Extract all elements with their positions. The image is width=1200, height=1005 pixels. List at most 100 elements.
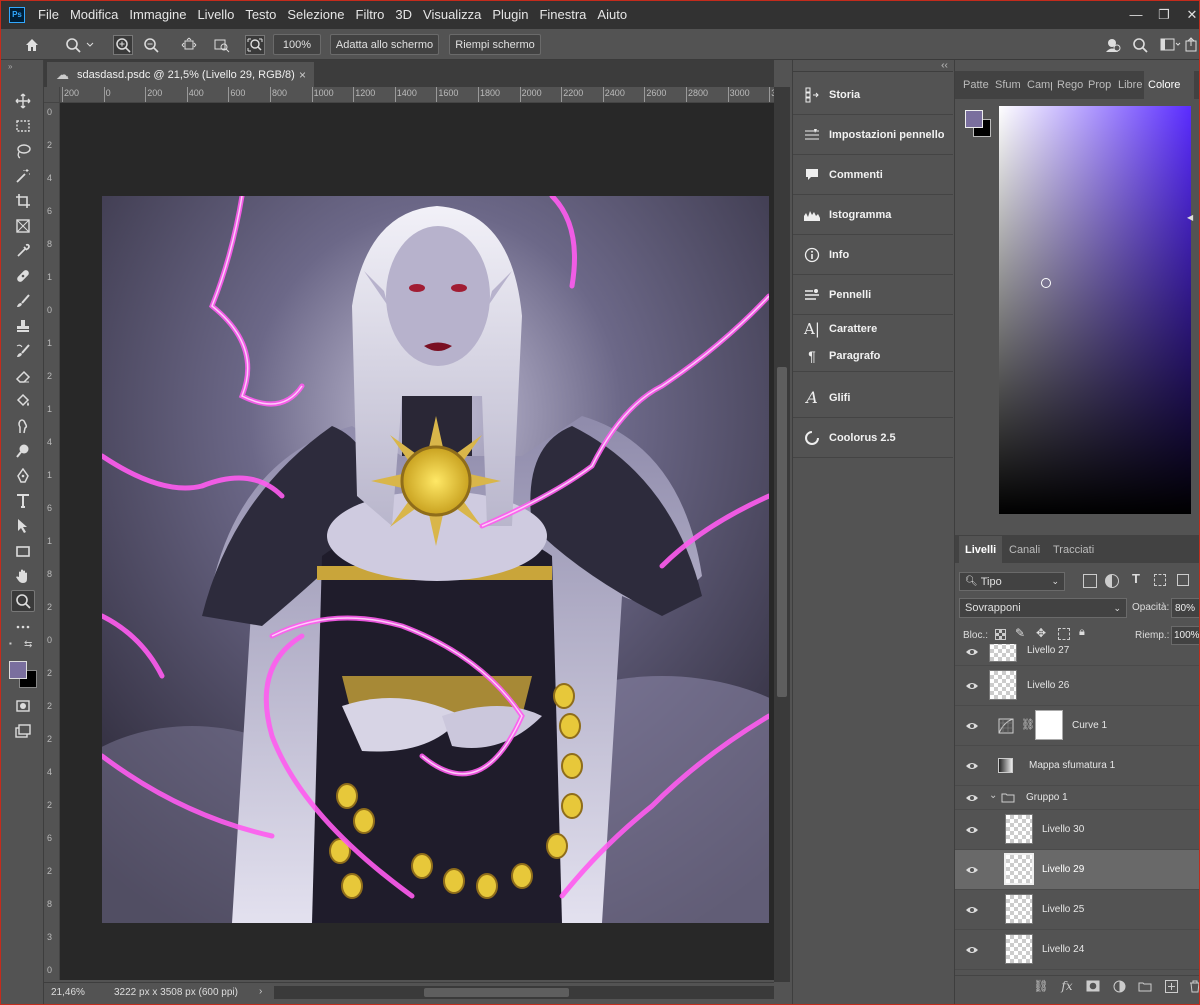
layer-kind-filter[interactable]: 🔍︎ Tipo ⌄ <box>959 572 1065 591</box>
panel-carattere[interactable]: A| Carattere <box>793 315 953 343</box>
paint-bucket-tool-icon[interactable] <box>11 390 35 412</box>
tab-adjustments[interactable]: Rego <box>1053 73 1083 97</box>
layer-row[interactable]: ⛓︎ Curve 1 <box>955 706 1200 746</box>
menu-selezione[interactable]: Selezione <box>282 7 350 22</box>
foreground-color-swatch[interactable] <box>9 661 27 679</box>
opacity-input[interactable]: 80% <box>1171 598 1200 618</box>
zoom-out-icon[interactable] <box>141 35 161 55</box>
share-icon[interactable] <box>1184 35 1198 55</box>
right-panel-collapse-icon[interactable]: ‹‹ <box>941 60 948 71</box>
color-picker-field[interactable] <box>999 106 1191 514</box>
workspace-icon[interactable] <box>1158 35 1184 55</box>
visibility-eye-icon[interactable] <box>965 825 979 835</box>
filter-adjustment-icon[interactable] <box>1105 574 1119 588</box>
smudge-tool-icon[interactable] <box>11 415 35 437</box>
panel-paragrafo[interactable]: ¶ Paragrafo <box>793 343 953 369</box>
blend-mode-select[interactable]: Sovrapponi ⌄ <box>959 598 1127 618</box>
panel-glifi[interactable]: A Glifi <box>793 378 953 418</box>
menu-aiuto[interactable]: Aiuto <box>592 7 633 22</box>
default-colors-icon[interactable]: ▪ <box>9 639 19 649</box>
tab-tracciati[interactable]: Tracciati <box>1047 536 1100 563</box>
zoom-100-button[interactable]: 100% <box>273 34 321 55</box>
layer-row[interactable]: Livello 27 <box>955 644 1200 666</box>
panel-commenti[interactable]: Commenti <box>793 155 953 195</box>
home-icon[interactable] <box>22 35 42 55</box>
minimize-icon[interactable]: — <box>1122 0 1150 29</box>
screen-mode-icon[interactable] <box>11 720 35 742</box>
pen-tool-icon[interactable] <box>11 465 35 487</box>
visibility-eye-icon[interactable] <box>965 945 979 955</box>
tab-canali[interactable]: Canali <box>1003 536 1046 563</box>
menu-filtro[interactable]: Filtro <box>351 7 391 22</box>
move-tool-icon[interactable] <box>11 90 35 112</box>
panel-coolorus[interactable]: Coolorus 2.5 <box>793 418 953 458</box>
menu-visualizza[interactable]: Visualizza <box>418 7 487 22</box>
tab-patterns[interactable]: Patte <box>959 73 990 97</box>
fill-input[interactable]: 100% <box>1171 626 1200 645</box>
filter-type-icon[interactable]: T <box>1132 571 1140 586</box>
menu-testo[interactable]: Testo <box>240 7 282 22</box>
swap-colors-icon[interactable]: ⇆ <box>24 639 36 651</box>
filter-shape-icon[interactable] <box>1154 574 1166 586</box>
eraser-tool-icon[interactable] <box>11 365 35 387</box>
panel-storia[interactable]: Storia <box>793 75 953 115</box>
path-selection-tool-icon[interactable] <box>11 515 35 537</box>
healing-brush-tool-icon[interactable] <box>11 265 35 287</box>
visibility-eye-icon[interactable] <box>965 721 979 731</box>
dodge-tool-icon[interactable] <box>11 440 35 462</box>
visibility-eye-icon[interactable] <box>965 865 979 875</box>
menu-plugin[interactable]: Plugin <box>487 7 534 22</box>
document-tab[interactable]: ☁ sdasdasd.psdc @ 21,5% (Livello 29, RGB… <box>47 62 314 87</box>
layer-row[interactable]: Livello 24 <box>955 930 1200 970</box>
quick-mask-icon[interactable] <box>11 695 35 717</box>
resize-windows-icon[interactable] <box>179 35 199 55</box>
zoom-in-icon[interactable] <box>113 35 133 55</box>
layer-row[interactable]: Livello 25 <box>955 890 1200 930</box>
trash-icon[interactable] <box>1187 978 1200 994</box>
ruler-origin[interactable] <box>44 87 60 103</box>
layer-row-selected[interactable]: Livello 29 <box>955 850 1200 890</box>
color-picker-cursor[interactable] <box>1041 278 1051 288</box>
filter-smart-object-icon[interactable] <box>1177 574 1189 586</box>
filter-pixel-icon[interactable] <box>1083 574 1097 588</box>
visibility-eye-icon[interactable] <box>965 905 979 915</box>
tab-libraries[interactable]: Libre <box>1114 73 1144 97</box>
panel-impostazioni-pennello[interactable]: Impostazioni pennello <box>793 115 953 155</box>
adjustment-icon[interactable] <box>1111 978 1127 994</box>
scrubby-zoom-icon[interactable] <box>245 35 265 55</box>
panel-istogramma[interactable]: Istogramma <box>793 195 953 235</box>
menu-finestra[interactable]: Finestra <box>534 7 592 22</box>
rectangle-tool-icon[interactable] <box>11 540 35 562</box>
fill-screen-button[interactable]: Riempi schermo <box>449 34 541 55</box>
more-tools-icon[interactable] <box>11 616 35 638</box>
status-zoom[interactable]: 21,46% <box>51 987 85 998</box>
frame-tool-icon[interactable] <box>11 215 35 237</box>
layer-mask-thumbnail[interactable] <box>1035 710 1063 740</box>
horizontal-scroll-thumb[interactable] <box>424 988 569 997</box>
close-tab-icon[interactable]: × <box>299 68 306 82</box>
search-icon[interactable] <box>1130 35 1150 55</box>
magic-wand-tool-icon[interactable] <box>11 165 35 187</box>
status-menu-arrow[interactable]: › <box>259 986 262 997</box>
canvas-vertical-scrollbar[interactable] <box>774 87 790 982</box>
menu-modifica[interactable]: Modifica <box>65 7 124 22</box>
tab-colore[interactable]: Colore <box>1144 71 1194 99</box>
toolbar-collapse-icon[interactable]: » <box>8 62 12 71</box>
type-tool-icon[interactable] <box>11 490 35 512</box>
horizontal-scrollbar[interactable] <box>274 986 774 999</box>
layer-row[interactable]: Mappa sfumatura 1 <box>955 746 1200 786</box>
hue-slider-marker-icon[interactable]: ◀ <box>1187 213 1195 222</box>
visibility-eye-icon[interactable] <box>965 681 979 691</box>
close-icon[interactable]: ✕ <box>1178 0 1200 29</box>
panel-pennelli[interactable]: Pennelli <box>793 275 953 315</box>
tab-gradients[interactable]: Sfum <box>991 73 1024 97</box>
new-layer-icon[interactable] <box>1163 978 1179 994</box>
lock-all-icon[interactable]: 🔒︎ <box>1079 626 1085 639</box>
fit-screen-button[interactable]: Adatta allo schermo <box>330 34 439 55</box>
lock-transparency-icon[interactable] <box>995 629 1006 640</box>
tab-livelli[interactable]: Livelli <box>959 536 1003 563</box>
lock-pixels-icon[interactable]: ✎ <box>1015 626 1025 640</box>
crop-tool-icon[interactable] <box>11 190 35 212</box>
tab-properties[interactable]: Prop <box>1084 73 1114 97</box>
fx-icon[interactable]: fx <box>1059 978 1075 994</box>
